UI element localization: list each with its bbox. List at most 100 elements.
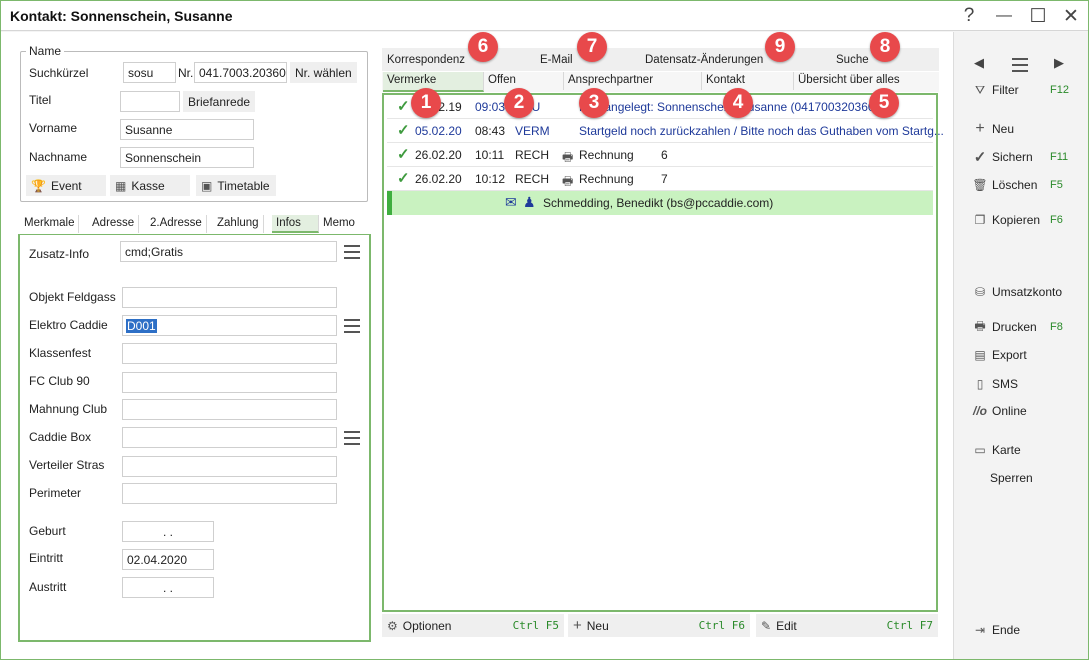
contact-row[interactable]: ✉ ♟ Schmedding, Benedikt (bs@pccaddie.co… (387, 191, 933, 215)
event-label: Event (50, 178, 82, 193)
zusatz-info-input[interactable]: cmd;Gratis (120, 241, 337, 262)
tab-merkmale[interactable]: Merkmale (20, 215, 80, 233)
ende-button[interactable]: ⇥ Ende (971, 620, 1020, 640)
check-icon: ✓ (397, 122, 410, 139)
austritt-input[interactable]: . . (122, 577, 214, 598)
timetable-button[interactable]: ▣ Timetable (196, 175, 276, 196)
tab-zahlung[interactable]: Zahlung (213, 215, 264, 233)
callout-badge: 9 (765, 32, 795, 62)
kopieren-shortcut: F6 (1050, 214, 1063, 226)
field-input-objekt-feldgass[interactable] (122, 287, 337, 308)
record-type: RECH (515, 148, 550, 162)
field-input-mahnung-club[interactable] (122, 399, 337, 420)
list-icon[interactable] (1012, 58, 1028, 72)
field-input-fc-club-90[interactable] (122, 372, 337, 393)
sperren-button[interactable]: Sperren (990, 468, 1033, 488)
neu-side-button[interactable]: + Neu (971, 119, 1014, 139)
table-row[interactable]: ✓ 10.02.19 09:03 NEU Neu angelegt: Sonne… (387, 95, 933, 119)
drucken-button[interactable]: 🖶 Drucken F8 (971, 317, 1063, 337)
tab-2-adresse[interactable]: 2.Adresse (146, 215, 207, 233)
field-input-klassenfest[interactable] (122, 343, 337, 364)
caddie-box-menu-icon[interactable] (344, 431, 360, 445)
tab-suche[interactable]: Suche (832, 52, 873, 70)
previous-icon[interactable]: ◀ (974, 55, 984, 71)
tab-offen[interactable]: Offen (484, 72, 564, 90)
geburt-input[interactable]: . . (122, 521, 214, 542)
loeschen-button[interactable]: 🗑 Löschen F5 (971, 175, 1062, 195)
tab-adresse[interactable]: Adresse (88, 215, 140, 233)
tab-memo[interactable]: Memo (319, 215, 359, 233)
phone-icon: ▯ (976, 377, 984, 391)
exit-icon: ⇥ (974, 623, 986, 637)
plus-icon: + (573, 617, 582, 634)
funnel-icon: ⛛ (974, 82, 986, 97)
trash-icon: 🗑 (972, 178, 988, 192)
selected-text: D001 (126, 319, 157, 333)
field-label: Mahnung Club (29, 402, 108, 416)
eintritt-input[interactable]: 02.04.2020 (122, 549, 214, 570)
tab-kontakt[interactable]: Kontakt (702, 72, 794, 90)
nr-input[interactable]: 041.7003.203600 (194, 62, 287, 83)
sms-button[interactable]: ▯ SMS (971, 374, 1018, 394)
umsatzkonto-label: Umsatzkonto (992, 285, 1063, 299)
drucken-label: Drucken (992, 320, 1037, 334)
filter-shortcut: F12 (1050, 84, 1069, 96)
record-number: 6 (661, 148, 668, 162)
callout-badge: 4 (723, 88, 753, 118)
briefanrede-button[interactable]: Briefanrede (183, 91, 256, 112)
field-label: Verteiler Stras (29, 458, 105, 472)
nachname-input[interactable]: Sonnenschein (120, 147, 254, 168)
record-date: 05.02.20 (415, 124, 462, 138)
table-row[interactable]: ✓ 05.02.20 08:43 VERM Startgeld noch zur… (387, 119, 944, 143)
next-icon[interactable]: ▶ (1054, 55, 1064, 71)
titel-input[interactable] (120, 91, 180, 112)
event-button[interactable]: 🏆 Event (26, 175, 106, 196)
suchkuerzel-input[interactable]: sosu (123, 62, 176, 83)
filter-button[interactable]: ⛛ Filter F12 (971, 80, 1069, 100)
sperren-label: Sperren (990, 471, 1033, 485)
neu-shortcut: Ctrl F6 (698, 619, 745, 632)
export-button[interactable]: ▤ Export (971, 345, 1026, 365)
record-time: 09:03 (475, 100, 506, 114)
filter-label: Filter (992, 83, 1019, 97)
kasse-button[interactable]: ▦ Kasse (110, 175, 190, 196)
tab-korrespondenz[interactable]: Korrespondenz (383, 52, 469, 70)
elektro-caddie-menu-icon[interactable] (344, 319, 360, 333)
field-input-perimeter[interactable] (122, 483, 337, 504)
field-input-caddie-box[interactable] (122, 427, 337, 448)
table-row[interactable]: ✓ 26.02.20 10:12 RECH 🖶 Rechnung 7 (387, 167, 933, 191)
tab-e-mail[interactable]: E-Mail (536, 52, 577, 70)
zusatz-info-menu-icon[interactable] (344, 245, 360, 259)
loeschen-shortcut: F5 (1050, 179, 1063, 191)
tab-datensatz-aenderungen[interactable]: Datensatz-Änderungen (641, 52, 767, 70)
help-button[interactable]: ? (957, 4, 981, 28)
check-icon: ✓ (397, 98, 410, 115)
minimize-button[interactable]: — (992, 4, 1016, 28)
record-time: 10:12 (475, 172, 506, 186)
maximize-button[interactable]: ☐ (1026, 4, 1050, 28)
vorname-input[interactable]: Susanne (120, 119, 254, 140)
table-row[interactable]: ✓ 26.02.20 10:11 RECH 🖶 Rechnung 6 (387, 143, 933, 167)
right-panel: ◀ ▶ ⛛ Filter F12 + Neu ✓ Sichern F11 🗑 L… (953, 32, 1088, 659)
neu-button[interactable]: + Neu Ctrl F6 (568, 614, 750, 637)
gears-icon: ⚙ (387, 618, 398, 633)
field-input-verteiler-stras[interactable] (122, 456, 337, 477)
callout-badge: 6 (468, 32, 498, 62)
tab-ansprechpartner[interactable]: Ansprechpartner (564, 72, 702, 90)
optionen-button[interactable]: ⚙ Optionen Ctrl F5 (382, 614, 564, 637)
tab-infos[interactable]: Infos (272, 215, 319, 233)
kopieren-button[interactable]: ❐ Kopieren F6 (971, 210, 1063, 230)
nr-waehlen-button[interactable]: Nr. wählen (290, 62, 357, 83)
karte-button[interactable]: ▭ Karte (971, 440, 1020, 460)
umsatzkonto-button[interactable]: ⛁ Umsatzkonto (971, 282, 1062, 302)
sichern-button[interactable]: ✓ Sichern F11 (971, 147, 1068, 167)
check-icon: ✓ (397, 170, 410, 187)
online-button[interactable]: //o Online (971, 401, 1027, 421)
edit-button[interactable]: ✎ Edit Ctrl F7 (756, 614, 938, 637)
close-button[interactable]: ✕ (1059, 4, 1083, 28)
tab-vermerke[interactable]: Vermerke (383, 72, 484, 92)
field-input-elektro-caddie[interactable]: D001 (122, 315, 337, 336)
tab-uebersicht[interactable]: Übersicht über alles (794, 72, 904, 90)
edit-label: Edit (776, 618, 797, 633)
window-content: Name Suchkürzel sosu Nr. 041.7003.203600… (1, 32, 1088, 659)
